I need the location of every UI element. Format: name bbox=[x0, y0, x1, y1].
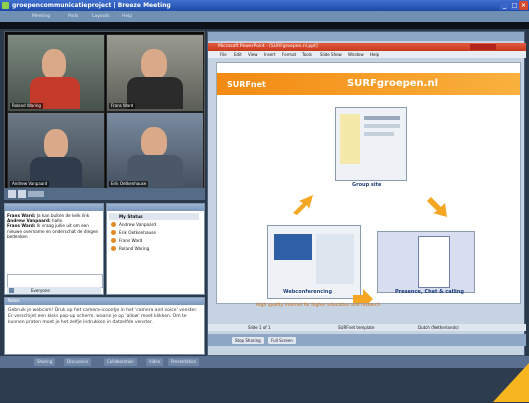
share-pod-header bbox=[208, 32, 524, 41]
slide-footer: High quality internet for higher educati… bbox=[256, 303, 381, 308]
tab-collaboration[interactable]: Collaboration bbox=[104, 358, 137, 366]
divider bbox=[0, 22, 529, 29]
ppt-title-bar: Microsoft PowerPoint - [SURFgroepen.nl.p… bbox=[208, 43, 526, 51]
notes-pod: Notes Gebruik je webcam! Druk op het cam… bbox=[4, 297, 205, 355]
stop-sharing-button[interactable]: Stop Sharing bbox=[232, 337, 264, 344]
video-feed[interactable]: Erik Oetkenhause bbox=[106, 112, 204, 190]
ppt-window-title: Microsoft PowerPoint - [SURFgroepen.nl.p… bbox=[218, 44, 318, 49]
user-icon bbox=[111, 238, 116, 243]
close-button[interactable]: × bbox=[519, 1, 528, 10]
attendee-row[interactable]: Roland Waring bbox=[109, 245, 199, 252]
menu-meeting[interactable]: Meeting bbox=[32, 13, 50, 20]
participant-body bbox=[127, 77, 183, 109]
tab-discussion[interactable]: Discussion bbox=[64, 358, 92, 366]
menu-pods[interactable]: Pods bbox=[68, 13, 79, 20]
camera-icon[interactable] bbox=[8, 190, 16, 198]
tab-presentation[interactable]: Presentation bbox=[168, 358, 200, 366]
minimize-button[interactable]: _ bbox=[500, 1, 509, 10]
attendee-header bbox=[107, 204, 204, 211]
slide: SURFnet SURFgroepen.nl Group site Webcon… bbox=[216, 62, 521, 304]
attendee-row[interactable]: Erik Oetkenhause bbox=[109, 229, 199, 236]
status-template: SURFnet template bbox=[338, 325, 375, 330]
menu-help[interactable]: Help bbox=[122, 13, 132, 20]
attendee-row[interactable]: Andrew Vanpaard bbox=[109, 221, 199, 228]
ppt-menu-insert[interactable]: Insert bbox=[264, 51, 275, 58]
video-name-label: Erik Oetkenhause bbox=[109, 181, 149, 187]
participant-face bbox=[141, 127, 167, 157]
status-language: Dutch (Netherlands) bbox=[418, 325, 459, 330]
desktop-area bbox=[0, 368, 529, 402]
video-pod: Roland Waring Frans Ward Andrew Vanpaard… bbox=[4, 31, 205, 199]
chat-log: Frans Ward: Ja kan buiten de kelk link A… bbox=[7, 213, 101, 239]
chat-pod: Frans Ward: Ja kan buiten de kelk link A… bbox=[4, 203, 104, 295]
share-controls: Stop Sharing Full Screen bbox=[208, 334, 526, 346]
layout-tabs: Sharing Discussion Collaboration Video P… bbox=[0, 356, 529, 368]
tab-sharing[interactable]: Sharing bbox=[34, 358, 56, 366]
user-icon bbox=[111, 222, 116, 227]
ppt-menu-slideshow[interactable]: Slide Show bbox=[320, 51, 342, 58]
arrow-bottom bbox=[353, 289, 373, 303]
ppt-menu-tools[interactable]: Tools bbox=[302, 51, 312, 58]
volume-slider[interactable] bbox=[28, 191, 44, 197]
participant-face bbox=[141, 49, 167, 79]
ppt-menu-edit[interactable]: Edit bbox=[234, 51, 242, 58]
video-name-label: Frans Ward bbox=[109, 103, 136, 109]
cycle-arrows bbox=[293, 195, 447, 303]
ppt-menu-format[interactable]: Format bbox=[282, 51, 296, 58]
chat-send-bar: Everyone bbox=[7, 287, 101, 294]
status-header[interactable]: My Status bbox=[109, 213, 199, 220]
page-curl-decoration bbox=[493, 363, 529, 402]
video-toolbar bbox=[4, 188, 205, 200]
user-icon bbox=[111, 230, 116, 235]
window-title: groepencommunicatieproject | Breeze Meet… bbox=[12, 2, 171, 9]
ppt-menu-file[interactable]: File bbox=[220, 51, 227, 58]
participant-face bbox=[42, 49, 66, 79]
chat-recipient-select[interactable]: Everyone bbox=[31, 287, 50, 294]
status-slide: Slide 1 of 1 bbox=[248, 325, 271, 330]
ppt-menu-view[interactable]: View bbox=[248, 51, 258, 58]
chat-header bbox=[5, 204, 103, 211]
participant-face bbox=[44, 129, 68, 159]
video-name-label: Roland Waring bbox=[10, 103, 43, 109]
attendee-row[interactable]: Frans Ward bbox=[109, 237, 199, 244]
attendee-pod: My Status Andrew Vanpaard Erik Oetkenhau… bbox=[106, 203, 205, 295]
ppt-menu-help[interactable]: Help bbox=[370, 51, 379, 58]
title-bar: groepencommunicatieproject | Breeze Meet… bbox=[0, 0, 529, 11]
user-icon bbox=[111, 246, 116, 251]
full-screen-button[interactable]: Full Screen bbox=[268, 337, 296, 344]
chat-message: Frans Ward: Ik vraag jullie uit om een n… bbox=[7, 223, 99, 239]
ppt-status-bar: Slide 1 of 1 SURFnet template Dutch (Net… bbox=[208, 324, 526, 331]
tab-video[interactable]: Video bbox=[146, 358, 164, 366]
ppt-menu-window[interactable]: Window bbox=[348, 51, 364, 58]
chat-input[interactable] bbox=[7, 274, 103, 288]
video-name-label: Andrew Vanpaard bbox=[10, 181, 50, 187]
notes-header: Notes bbox=[5, 298, 204, 305]
video-feed[interactable]: Roland Waring bbox=[7, 34, 105, 112]
sharing-indicator[interactable] bbox=[470, 44, 496, 50]
maximize-button[interactable]: □ bbox=[510, 1, 519, 10]
ppt-menu-bar: File Edit View Insert Format Tools Slide… bbox=[208, 51, 526, 58]
arrow-left-up bbox=[293, 195, 313, 215]
send-icon[interactable] bbox=[9, 288, 14, 293]
arrow-right-down bbox=[427, 197, 447, 217]
microphone-icon[interactable] bbox=[18, 190, 26, 198]
menu-bar: Meeting Pods Layouts Help bbox=[0, 11, 529, 22]
notes-text: Gebruik je webcam! Druk op het camera-ic… bbox=[8, 308, 198, 325]
app-icon bbox=[2, 2, 9, 9]
video-feed[interactable]: Andrew Vanpaard bbox=[7, 112, 105, 190]
share-pod: Microsoft PowerPoint - [SURFgroepen.nl.p… bbox=[207, 31, 526, 356]
menu-layouts[interactable]: Layouts bbox=[92, 13, 110, 20]
video-feed[interactable]: Frans Ward bbox=[106, 34, 204, 112]
